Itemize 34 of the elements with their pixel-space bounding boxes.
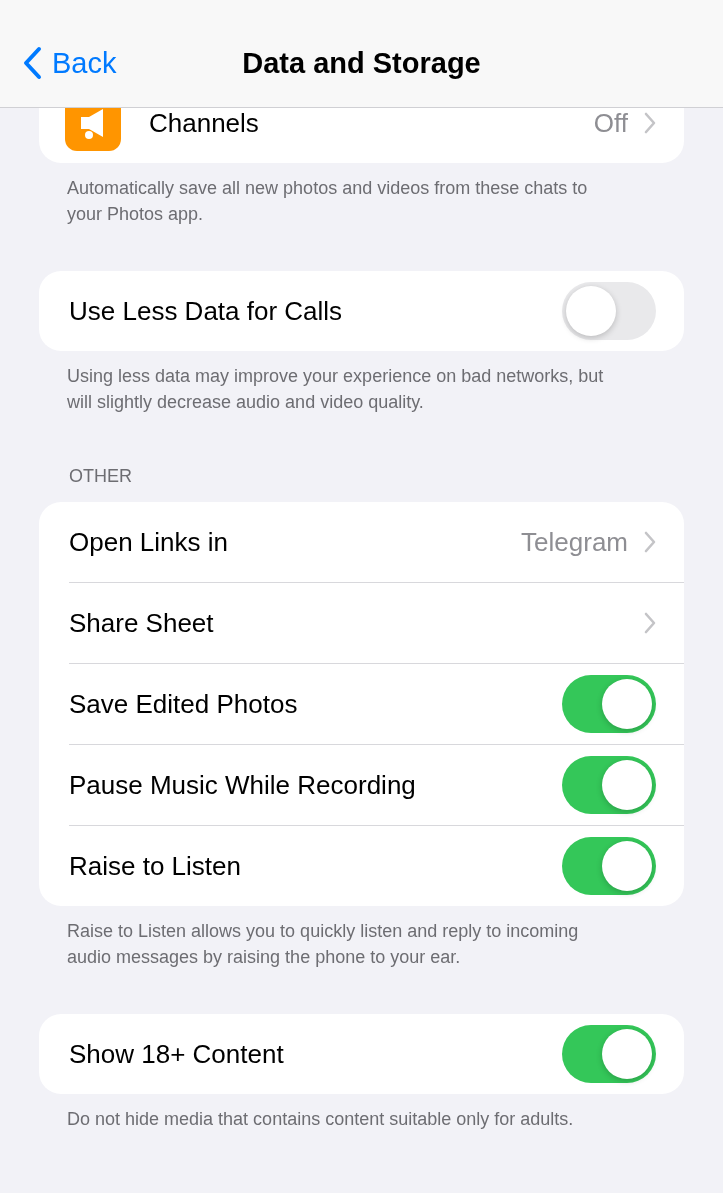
row-label: Use Less Data for Calls	[69, 294, 344, 328]
section-footer: Raise to Listen allows you to quickly listen and reply to incoming audio messages by raising the phone to your ear.	[39, 918, 684, 970]
section-footer: Automatically save all new photos and videos from these chats to your Photos app.	[39, 175, 684, 227]
toggle-switch[interactable]	[562, 837, 656, 895]
section-header: OTHER	[68, 465, 133, 488]
toggle-switch[interactable]	[562, 282, 656, 340]
chevron-icon	[644, 112, 656, 134]
row-label: Share Sheet	[69, 606, 215, 640]
toggle-switch[interactable]	[562, 675, 656, 733]
settings-row[interactable]: Pause Music While Recording	[39, 745, 684, 826]
back-button[interactable]: Back	[22, 41, 117, 85]
settings-row[interactable]: Raise to Listen	[39, 826, 684, 906]
settings-row[interactable]: Share Sheet	[39, 583, 684, 664]
toggle-switch[interactable]	[562, 1025, 656, 1083]
settings-row[interactable]: Use Less Data for Calls	[39, 271, 684, 351]
row-label: Pause Music While Recording	[69, 768, 417, 802]
row-label: Channels	[149, 108, 260, 140]
row-value: Telegram	[521, 525, 628, 559]
section-footer: Using less data may improve your experience on bad networks, but will slightly decrease audio and video quality.	[39, 363, 684, 415]
back-chevron-icon	[22, 46, 42, 81]
row-label: Save Edited Photos	[69, 687, 299, 721]
row-label: Show 18+ Content	[69, 1037, 285, 1071]
settings-row[interactable]: Save Edited Photos	[39, 664, 684, 745]
chevron-icon	[644, 612, 656, 634]
row-label: Raise to Listen	[69, 849, 242, 883]
row-label: Open Links in	[69, 525, 229, 559]
section-footer: Do not hide media that contains content suitable only for adults.	[39, 1106, 684, 1132]
row-value: Off	[593, 108, 628, 140]
settings-row[interactable]: Open Links in Telegram	[39, 502, 684, 583]
settings-row[interactable]: Channels Off	[39, 108, 684, 163]
window-title: Data and Storage	[242, 45, 481, 81]
chevron-icon	[644, 531, 656, 553]
settings-row[interactable]: Show 18+ Content	[39, 1014, 684, 1094]
toggle-switch[interactable]	[562, 756, 656, 814]
